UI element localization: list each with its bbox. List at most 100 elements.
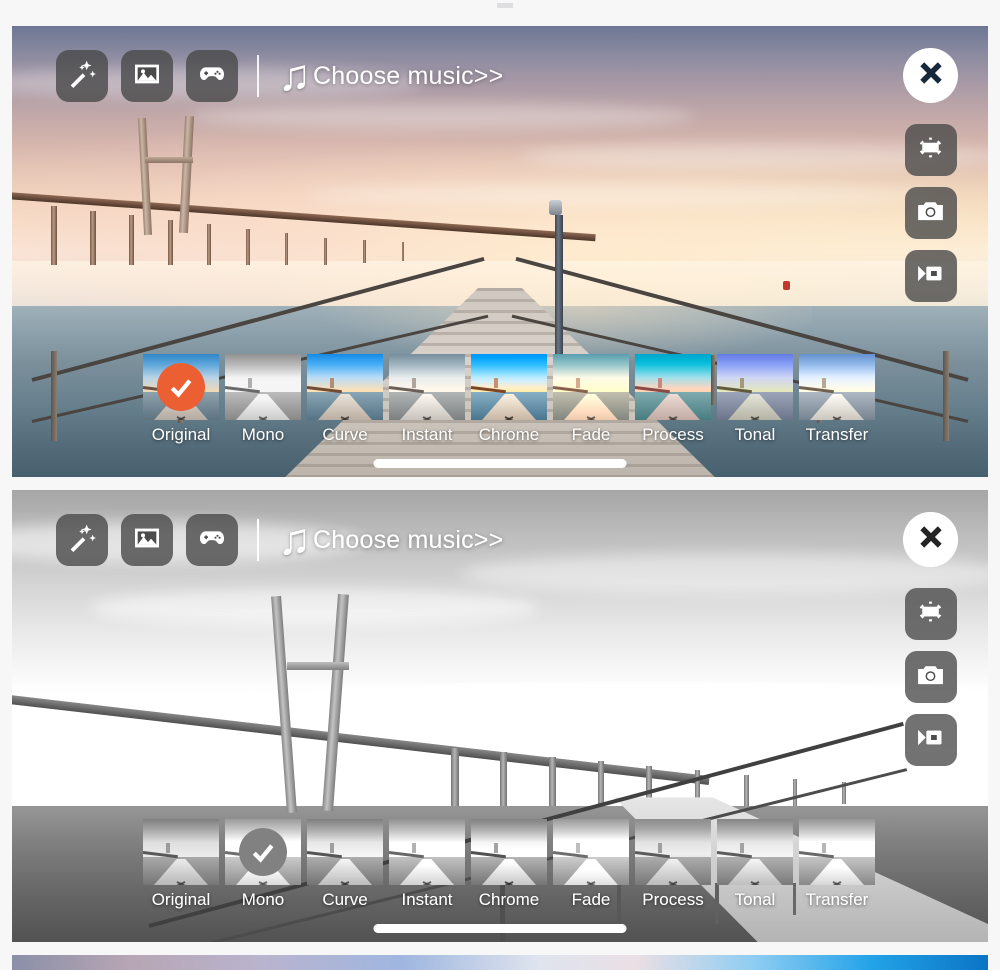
filter-thumbnail[interactable] (225, 819, 301, 885)
thumb-pylon (739, 842, 744, 854)
filter-thumbnail[interactable] (717, 354, 793, 420)
filter-label: Fade (571, 890, 611, 909)
filter-item-transfer[interactable]: Transfer (799, 354, 875, 445)
filter-item-fade[interactable]: Fade (553, 354, 629, 445)
thumb-pylon (493, 377, 498, 389)
rotate-frame-button[interactable] (904, 124, 957, 176)
game-controller-icon (196, 58, 228, 95)
filter-label: Process (642, 890, 704, 909)
filter-thumbnail[interactable] (307, 354, 383, 420)
close-button[interactable] (903, 48, 958, 103)
filter-item-curve[interactable]: Curve (307, 354, 383, 445)
filter-label: Mono (241, 425, 285, 444)
buoy-marker (783, 280, 791, 290)
thumbnail-image (635, 819, 711, 885)
close-button[interactable] (903, 512, 958, 567)
bridge-support-column (51, 206, 58, 266)
filter-item-instant[interactable]: Instant (389, 819, 465, 910)
top-toolbar: ♫ Choose music>> (56, 514, 503, 566)
filter-label: Chrome (478, 425, 540, 444)
filter-thumbnail[interactable] (635, 819, 711, 885)
filter-thumbnail[interactable] (553, 819, 629, 885)
filter-strip-scrollbar[interactable] (373, 459, 627, 468)
filter-thumbnail[interactable] (553, 354, 629, 420)
filter-item-fade[interactable]: Fade (553, 819, 629, 910)
magic-wand-icon (66, 58, 98, 95)
filter-item-tonal[interactable]: Tonal (717, 354, 793, 445)
filter-thumbnail[interactable] (471, 354, 547, 420)
filter-item-tonal[interactable]: Tonal (717, 819, 793, 910)
filter-thumbnail[interactable] (143, 354, 219, 420)
thumbnail-image (471, 354, 547, 420)
filter-thumbnail[interactable] (799, 819, 875, 885)
thumb-pylon (739, 377, 744, 389)
thumb-pylon (247, 377, 252, 389)
photo-scene-next (12, 955, 988, 970)
filter-thumbnail[interactable] (389, 819, 465, 885)
filter-thumbnail[interactable] (799, 354, 875, 420)
filter-label: Mono (241, 890, 285, 909)
thumbnail-image (307, 819, 383, 885)
bridge-support-column (500, 752, 507, 807)
filter-thumbnail[interactable] (717, 819, 793, 885)
picture-button[interactable] (121, 514, 173, 566)
choose-music-button[interactable]: ♫ Choose music>> (278, 54, 503, 98)
bridge-support-column (90, 210, 97, 266)
filter-item-mono[interactable]: Mono (225, 819, 301, 910)
bridge-support-column (744, 774, 749, 807)
filter-thumbnail[interactable] (389, 354, 465, 420)
rotate-frame-icon (914, 131, 947, 169)
thumbnail-image (389, 819, 465, 885)
bridge-support-column (168, 219, 174, 266)
filter-label: Transfer (805, 890, 869, 909)
thumbnail-image (635, 354, 711, 420)
camera-button[interactable] (904, 187, 957, 239)
filter-item-original[interactable]: Original (143, 819, 219, 910)
choose-music-button[interactable]: ♫ Choose music>> (278, 518, 503, 562)
filter-label: Curve (322, 425, 368, 444)
cloud-band (90, 589, 540, 626)
filter-thumbnail[interactable] (225, 354, 301, 420)
filter-item-curve[interactable]: Curve (307, 819, 383, 910)
filter-item-process[interactable]: Process (635, 819, 711, 910)
filter-label: Tonal (734, 890, 776, 909)
rotate-frame-button[interactable] (904, 588, 957, 640)
thumb-pylon (821, 842, 826, 854)
bridge-support-column (246, 228, 251, 266)
camera-button[interactable] (904, 651, 957, 703)
picture-button[interactable] (121, 50, 173, 102)
picture-icon (131, 58, 163, 95)
magic-wand-button[interactable] (56, 50, 108, 102)
railing-post (51, 350, 58, 441)
bridge-support-column (363, 240, 367, 263)
filter-strip[interactable]: Original Mono Curve Instant Chrome Fade Proces… (143, 354, 875, 445)
game-controller-button[interactable] (186, 50, 238, 102)
magic-wand-button[interactable] (56, 514, 108, 566)
video-camera-icon (914, 721, 947, 759)
thumb-pylon (329, 377, 334, 389)
filter-thumbnail[interactable] (307, 819, 383, 885)
choose-music-label: Choose music>> (313, 525, 504, 554)
filter-thumbnail[interactable] (143, 819, 219, 885)
filter-thumbnail[interactable] (471, 819, 547, 885)
game-controller-button[interactable] (186, 514, 238, 566)
filter-item-process[interactable]: Process (635, 354, 711, 445)
filter-item-chrome[interactable]: Chrome (471, 819, 547, 910)
filter-thumbnail[interactable] (635, 354, 711, 420)
filter-item-instant[interactable]: Instant (389, 354, 465, 445)
filter-item-original[interactable]: Original (143, 354, 219, 445)
filter-strip-scrollbar[interactable] (373, 924, 627, 933)
cloud-band (187, 102, 696, 130)
choose-music-label: Choose music>> (313, 61, 504, 90)
video-camera-button[interactable] (904, 714, 957, 766)
bridge-support-column (207, 224, 212, 266)
bridge-pylon-crossbeam (287, 661, 350, 670)
thumbnail-image (307, 354, 383, 420)
filter-item-transfer[interactable]: Transfer (799, 819, 875, 910)
right-action-rail (903, 512, 958, 777)
video-camera-button[interactable] (904, 250, 957, 302)
filter-item-chrome[interactable]: Chrome (471, 354, 547, 445)
filter-label: Instant (401, 425, 453, 444)
filter-strip[interactable]: Original Mono Curve Instant Chrome Fade Proces… (143, 819, 875, 910)
filter-item-mono[interactable]: Mono (225, 354, 301, 445)
